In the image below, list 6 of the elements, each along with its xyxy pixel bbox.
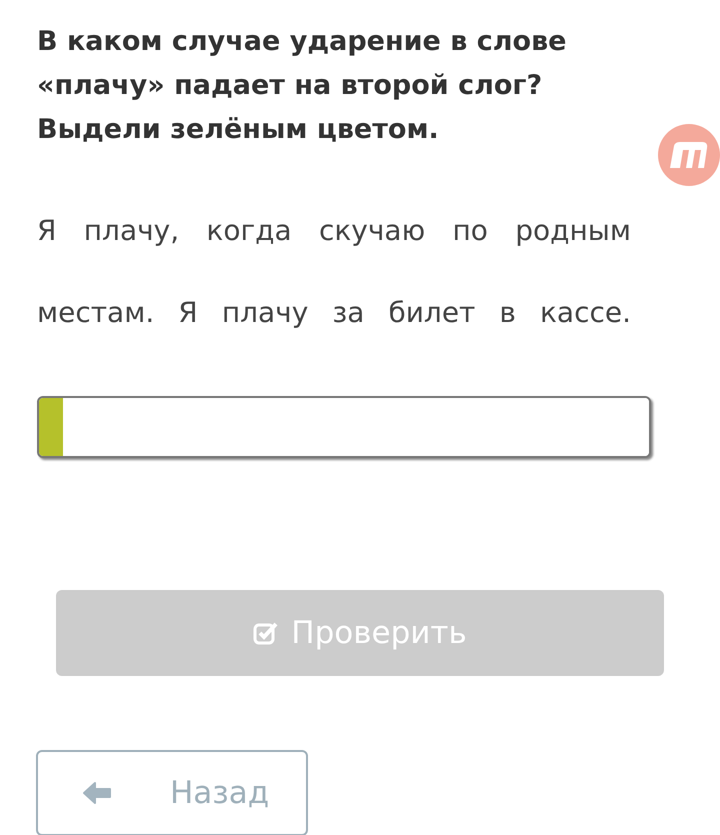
checkbox-icon [253,621,280,645]
back-button[interactable]: Назад [36,750,308,835]
answer-field[interactable] [37,396,651,458]
question-text: В каком случае ударение в слове «плачу» падает на второй слог? Выдели зелёным цветом. [37,25,568,147]
arrow-left-icon [82,781,112,805]
sentence-text: Я плачу, когда скучаю по родным местам. Я плачу за билет в кассе. [37,213,631,331]
